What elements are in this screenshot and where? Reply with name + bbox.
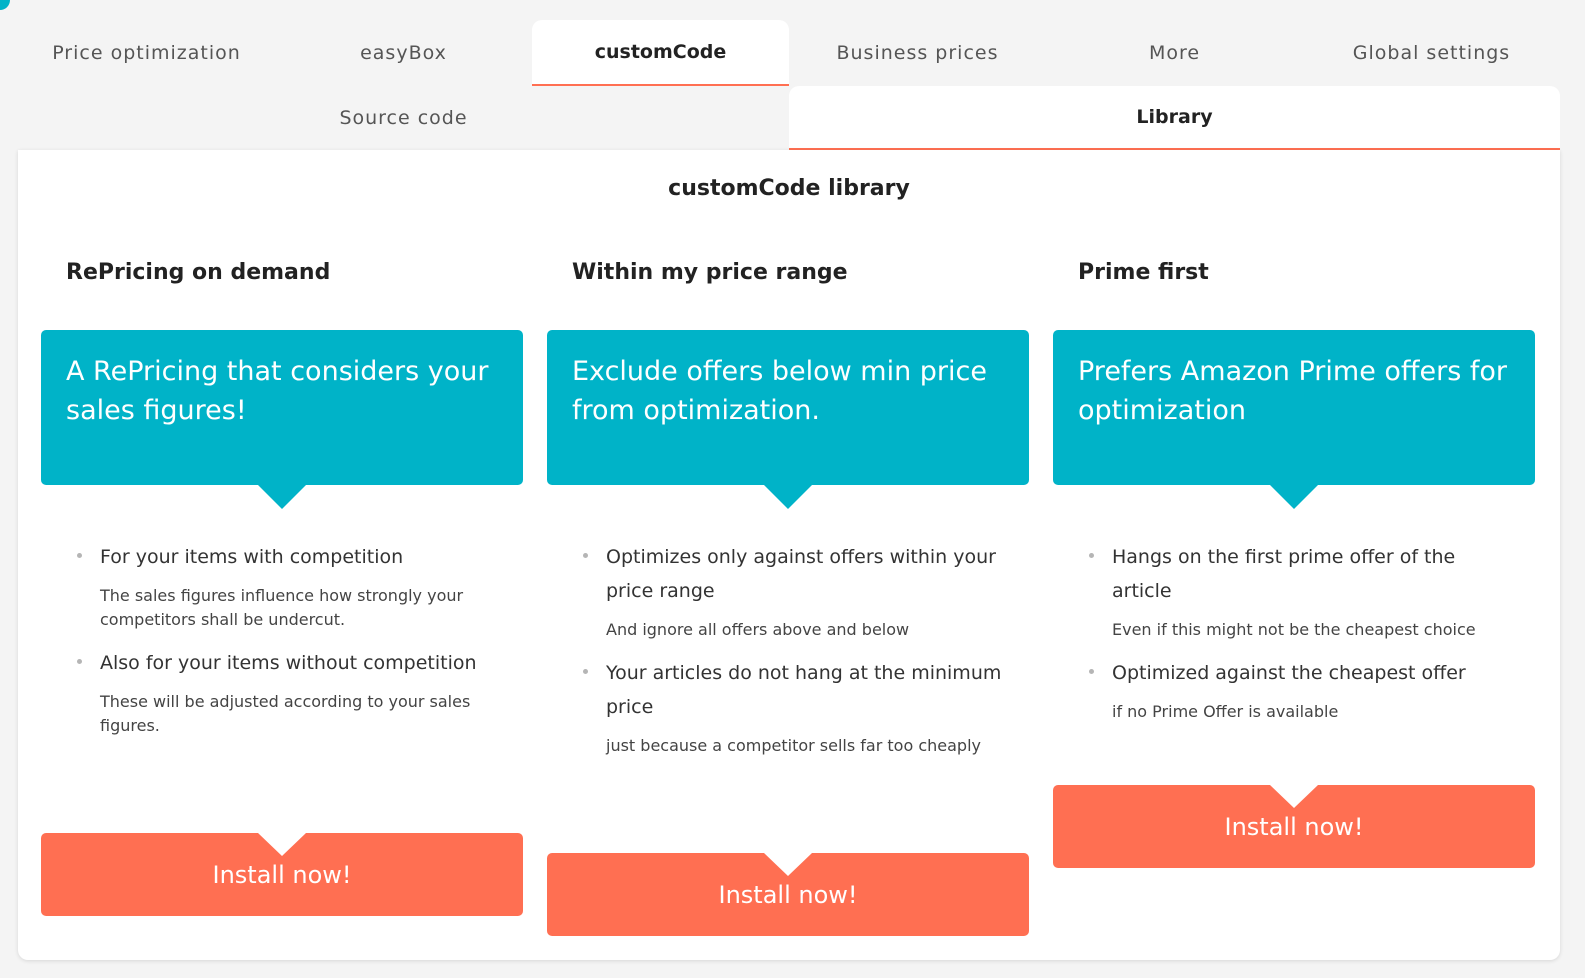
install-button-label: Install now! [212, 860, 352, 889]
card-banner: Prefers Amazon Prime offers for optimiza… [1053, 330, 1535, 509]
list-item: Optimizes only against offers within you… [583, 540, 1003, 642]
feature-main-text: For your items with competition [100, 546, 404, 568]
install-button[interactable]: Install now! [41, 833, 523, 916]
feature-sub-text: The sales figures influence how strongly… [100, 586, 464, 629]
feature-list: Optimizes only against offers within you… [583, 540, 1003, 772]
subtab-library[interactable]: Library [789, 86, 1560, 165]
library-panel: customCode library RePricing on demand A… [18, 150, 1560, 960]
list-item: Your articles do not hang at the minimum… [583, 656, 1003, 758]
card-title: RePricing on demand [66, 260, 331, 285]
feature-main-text: Also for your items without competition [100, 652, 477, 674]
card-title: Prime first [1078, 260, 1209, 285]
feature-main-text: Your articles do not hang at the minimum… [606, 662, 1002, 718]
install-button[interactable]: Install now! [547, 853, 1029, 936]
tab-easybox[interactable]: easyBox [275, 20, 532, 86]
feature-sub-text: And ignore all offers above and below [606, 620, 910, 639]
tab-global-settings[interactable]: Global settings [1303, 20, 1560, 86]
subtab-source-code[interactable]: Source code [18, 86, 789, 150]
feature-list: Hangs on the first prime offer of the ar… [1089, 540, 1509, 738]
list-item: For your items with competition The sale… [77, 540, 497, 632]
list-item: Also for your items without competition … [77, 646, 497, 738]
install-button-label: Install now! [1224, 812, 1364, 841]
install-button[interactable]: Install now! [1053, 785, 1535, 868]
list-item: Hangs on the first prime offer of the ar… [1089, 540, 1509, 642]
feature-list: For your items with competition The sale… [77, 540, 497, 752]
tab-more[interactable]: More [1046, 20, 1303, 86]
feature-sub-text: These will be adjusted according to your… [100, 692, 471, 735]
card-banner: Exclude offers below min price from opti… [547, 330, 1029, 509]
main-tabs: Price optimization easyBox customCode Bu… [18, 20, 1560, 86]
corner-accent [0, 0, 10, 10]
page-title: customCode library [668, 176, 910, 201]
tab-customcode[interactable]: customCode [532, 20, 789, 86]
list-item: Optimized against the cheapest offer if … [1089, 656, 1509, 724]
feature-main-text: Optimized against the cheapest offer [1112, 662, 1466, 684]
sub-tabs: Source code Library [18, 86, 1560, 165]
tab-business-prices[interactable]: Business prices [789, 20, 1046, 86]
feature-sub-text: if no Prime Offer is available [1112, 702, 1339, 721]
card-title: Within my price range [572, 260, 848, 285]
feature-sub-text: just because a competitor sells far too … [606, 736, 981, 755]
feature-main-text: Optimizes only against offers within you… [606, 546, 996, 602]
install-button-label: Install now! [718, 880, 858, 909]
card-banner: A RePricing that considers your sales fi… [41, 330, 523, 509]
feature-main-text: Hangs on the first prime offer of the ar… [1112, 546, 1456, 602]
feature-sub-text: Even if this might not be the cheapest c… [1112, 620, 1476, 639]
tab-price-optimization[interactable]: Price optimization [18, 20, 275, 86]
